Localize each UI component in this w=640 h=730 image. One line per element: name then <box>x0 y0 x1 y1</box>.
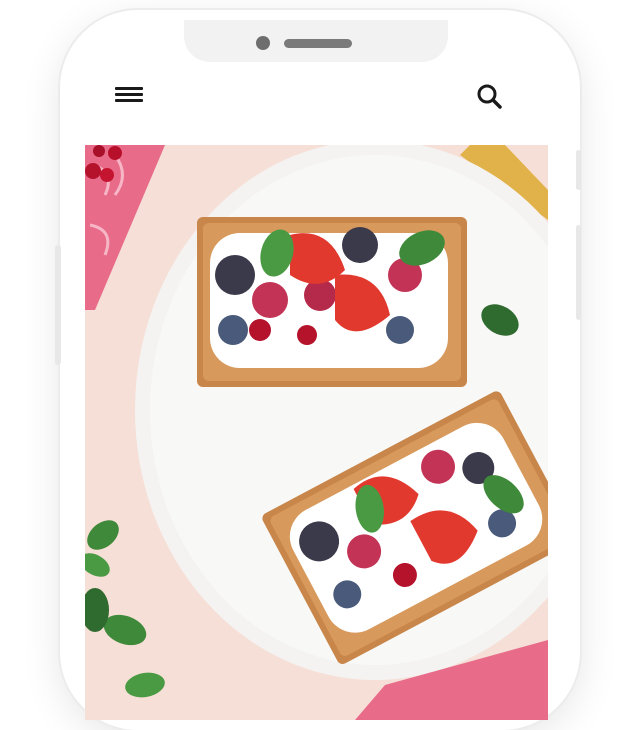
phone-screen <box>85 20 548 720</box>
side-button-right <box>576 150 581 190</box>
hero-food-image <box>85 145 548 720</box>
side-button-left <box>55 245 61 365</box>
search-icon[interactable] <box>475 82 505 112</box>
front-camera-icon <box>256 36 270 50</box>
berry-tart-top <box>197 217 467 387</box>
hamburger-menu-icon[interactable] <box>115 84 145 110</box>
speaker-grille <box>284 39 352 48</box>
mint-sprig <box>85 520 165 698</box>
side-button-right-lower <box>576 225 581 320</box>
phone-notch <box>184 20 448 62</box>
